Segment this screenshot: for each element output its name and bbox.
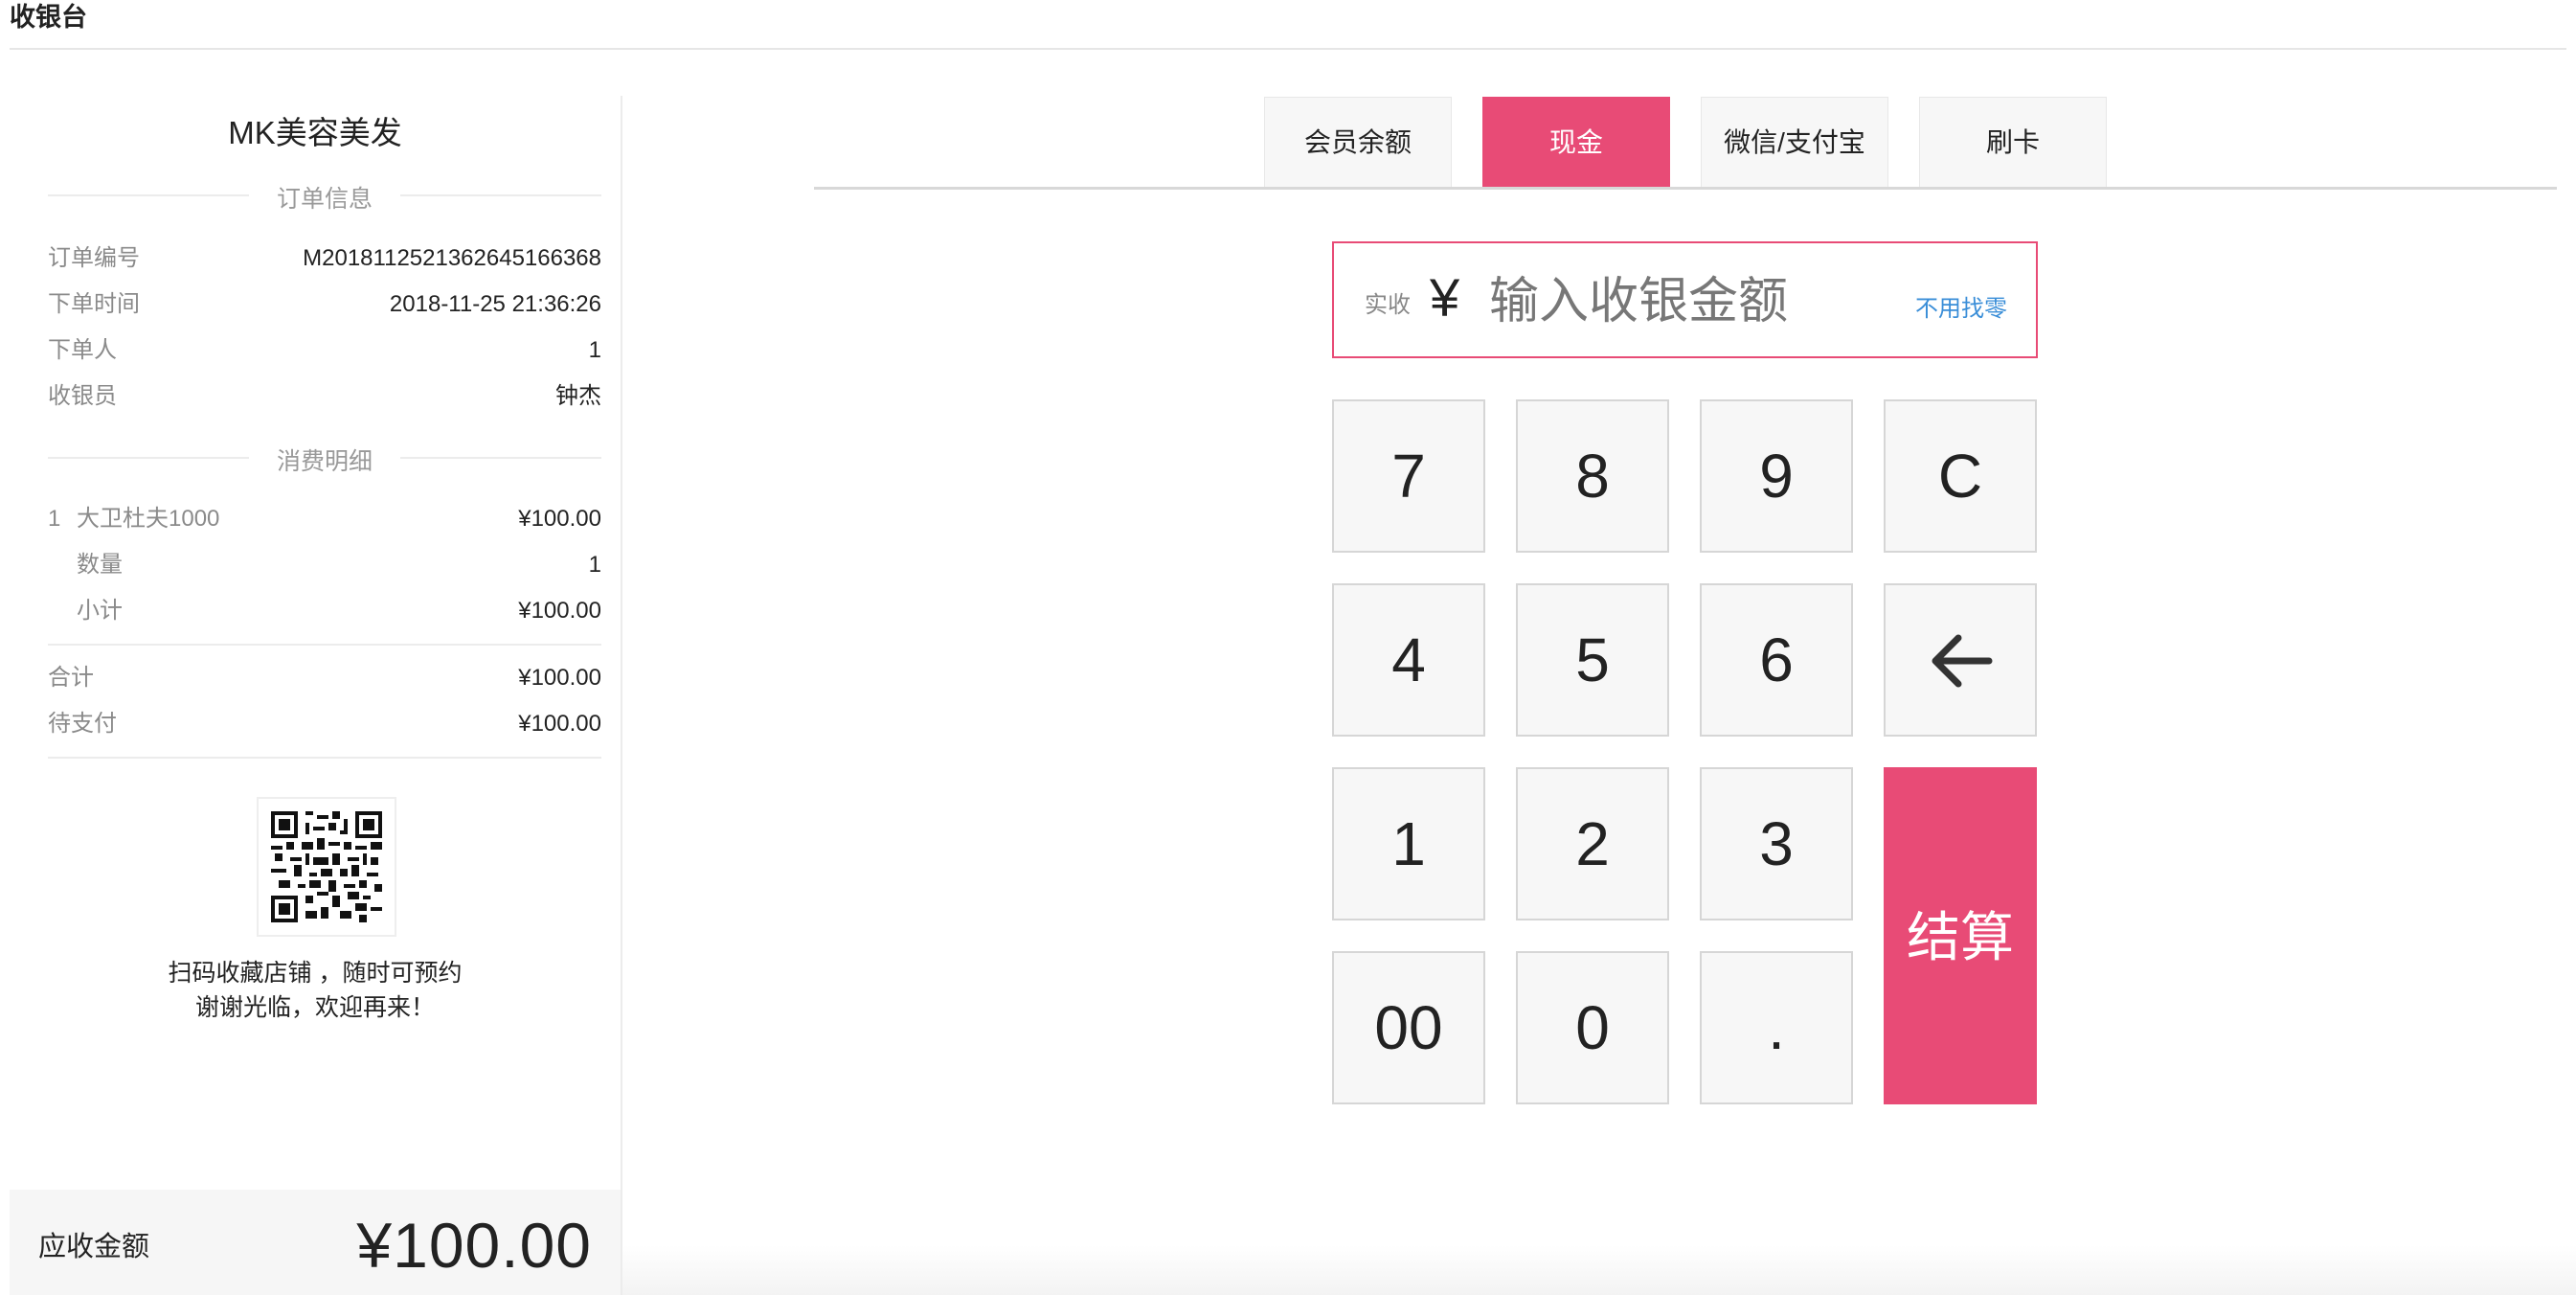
tab-member-balance[interactable]: 会员余额 [1264, 97, 1452, 187]
receipt-content: MK美容美发 订单信息 订单编号 M201811252136264516636​… [10, 0, 621, 1295]
row-label: 下单人 [48, 337, 117, 363]
tab-wechat-alipay[interactable]: 微信/支付宝 [1701, 97, 1888, 187]
key-clear[interactable]: C [1884, 399, 2037, 553]
key-8[interactable]: 8 [1516, 399, 1669, 553]
tab-cash[interactable]: 现金 [1482, 97, 1670, 187]
qr-note: 扫码收藏店铺 ，随时可预约 [168, 960, 463, 987]
amount-input[interactable] [1487, 262, 1893, 341]
row-label: 下单时间 [48, 291, 140, 317]
cashier-row: 收银员 钟杰 [48, 377, 601, 416]
divider [48, 757, 601, 759]
order-info-heading: 订单信息 [48, 176, 601, 215]
key-5[interactable]: 5 [1516, 583, 1669, 737]
row-label: 待支付 [48, 711, 117, 737]
amount-due-bar: 应收金额 ¥100.00 [10, 1190, 621, 1295]
total-amount: ¥100.00 [518, 665, 601, 691]
item-subtotal: ¥100.00 [518, 598, 601, 624]
item-price: ¥100.00 [518, 506, 601, 532]
section-title: 订单信息 [276, 186, 373, 213]
quantity-row: 数量 1 [48, 546, 601, 584]
key-7[interactable]: 7 [1332, 399, 1485, 553]
row-label: 订单编号 [48, 245, 140, 271]
bottom-shade [622, 1245, 2576, 1295]
pending-amount: ¥100.00 [518, 711, 601, 737]
thank-you-note: 谢谢光临，欢迎再来！ [194, 994, 435, 1021]
key-9[interactable]: 9 [1700, 399, 1853, 553]
row-label: 数量 [77, 552, 123, 578]
orderer: 1 [588, 337, 601, 363]
cashier: 钟杰 [555, 383, 601, 409]
item-index: 1 [48, 506, 61, 532]
section-title: 消费明细 [276, 448, 373, 475]
tab-card[interactable]: 刷卡 [1919, 97, 2107, 187]
received-label: 实收 [1365, 292, 1411, 318]
settle-button[interactable]: 结算 [1884, 767, 2037, 1104]
key-0[interactable]: 0 [1516, 951, 1669, 1104]
order-time-row: 下单时间 2018-11-25 21:36:26 [48, 285, 601, 324]
key-6[interactable]: 6 [1700, 583, 1853, 737]
arrow-left-icon [1932, 634, 1993, 688]
key-3[interactable]: 3 [1700, 767, 1853, 920]
amount-due-label: 应收金额 [38, 1232, 150, 1262]
row-label: 收银员 [48, 383, 117, 409]
no-change-link[interactable]: 不用找零 [1915, 289, 2007, 323]
key-2[interactable]: 2 [1516, 767, 1669, 920]
qr-code-icon [271, 811, 382, 922]
amount-due-value: ¥100.00 [356, 1210, 592, 1281]
item-name: 大卫杜夫1000 [77, 506, 220, 532]
amount-received-field: 实收 ¥ 不用找零 [1332, 241, 2038, 358]
item-quantity: 1 [588, 552, 601, 578]
total-row: 合计 ¥100.00 [48, 659, 601, 697]
orderer-row: 下单人 1 [48, 331, 601, 370]
key-backspace[interactable] [1884, 583, 2037, 737]
divider [400, 194, 601, 196]
row-label: 合计 [48, 665, 94, 691]
qr-code [257, 797, 396, 937]
detail-heading: 消费明细 [48, 439, 601, 477]
divider [48, 644, 601, 646]
key-00[interactable]: 00 [1332, 951, 1485, 1104]
tabs-divider [814, 187, 2557, 190]
key-1[interactable]: 1 [1332, 767, 1485, 920]
currency-symbol: ¥ [1430, 267, 1460, 328]
order-number-row: 订单编号 M201811252136264516636​8 [48, 239, 601, 278]
key-decimal[interactable]: . [1700, 951, 1853, 1104]
key-4[interactable]: 4 [1332, 583, 1485, 737]
subtotal-row: 小计 ¥100.00 [48, 592, 601, 630]
divider [400, 457, 601, 459]
row-label: 小计 [77, 598, 123, 624]
shop-name: MK美容美发 [228, 115, 402, 150]
pending-row: 待支付 ¥100.00 [48, 705, 601, 743]
order-number: M201811252136264516636​8 [303, 245, 601, 271]
line-item-row: 1 大卫杜夫1000 ¥100.00 [48, 500, 601, 538]
order-time: 2018-11-25 21:36:26 [389, 291, 601, 317]
